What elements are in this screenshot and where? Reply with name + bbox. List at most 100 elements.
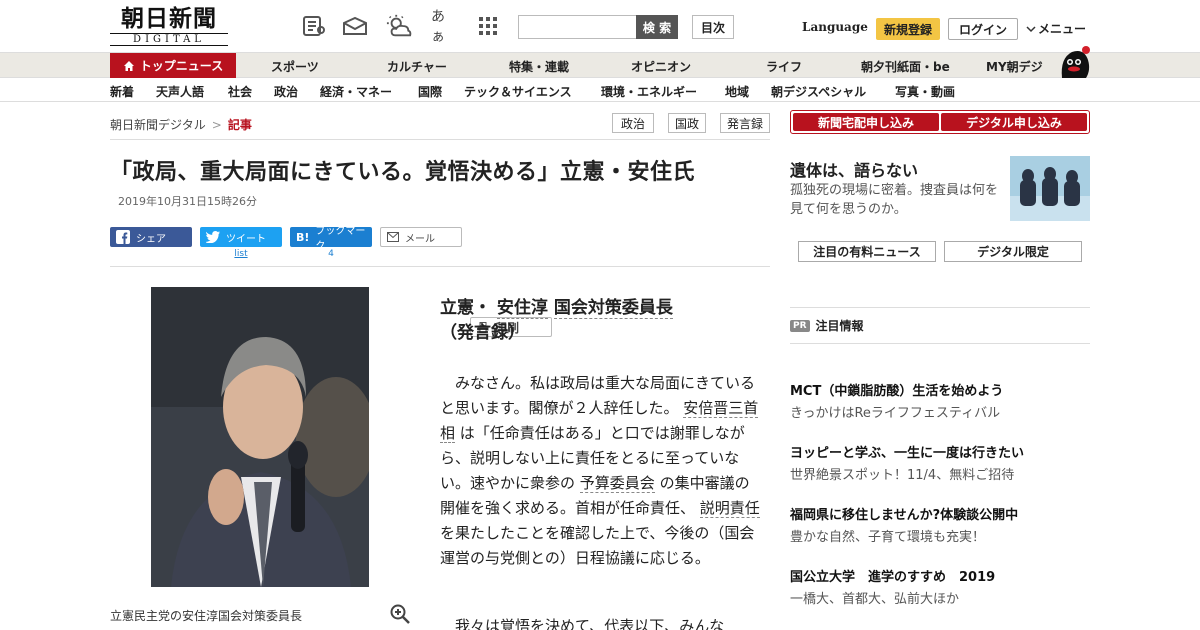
chevron-down-icon xyxy=(1026,25,1036,32)
breadcrumb-separator: > xyxy=(211,118,222,132)
subnav-item[interactable]: 社会 xyxy=(228,83,252,100)
subnav-item[interactable]: 天声人語 xyxy=(156,83,204,100)
link-accountability[interactable]: 説明責任 xyxy=(699,499,760,518)
weather-icon[interactable] xyxy=(386,14,412,38)
subnav-item[interactable]: 環境・エネルギー xyxy=(601,83,697,100)
speaker-name-link[interactable]: 安住淳 xyxy=(496,298,548,319)
article-title: 「政局、重大局面にきている。覚悟決める」立憲・安住氏 xyxy=(110,160,696,185)
mail-open-icon[interactable] xyxy=(342,14,368,38)
tab-features[interactable]: 特集・連載 xyxy=(509,58,569,75)
pr-item-desc: 一橋大、首都大、弘前大ほか xyxy=(790,592,960,607)
breadcrumb-home[interactable]: 朝日新聞デジタル xyxy=(110,118,206,132)
secondary-nav: 新着 天声人語 社会 政治 経済・マネー 国際 テック＆サイエンス 環境・エネル… xyxy=(0,79,1200,102)
link-budget-committee[interactable]: 予算委員会 xyxy=(579,474,655,493)
divider xyxy=(110,266,770,267)
search-input[interactable] xyxy=(518,15,637,39)
article-paragraph: 我々は覚悟を決めて、代表以下、みんな xyxy=(455,617,725,630)
newspaper-icon[interactable] xyxy=(301,14,327,38)
subnav-item[interactable]: 新着 xyxy=(110,83,134,100)
divider xyxy=(790,307,1090,308)
bookmark-label: ブックマーク xyxy=(315,226,366,252)
tab-life[interactable]: ライフ xyxy=(766,58,802,75)
subnav-item[interactable]: 政治 xyxy=(274,83,298,100)
divider xyxy=(110,139,770,140)
language-link[interactable]: Language xyxy=(802,20,868,34)
hatena-bookmark-button[interactable]: B! ブックマーク xyxy=(290,226,372,252)
tab-my-asadigi[interactable]: MY朝デジ xyxy=(986,58,1043,75)
photo-caption: 立憲民主党の安住淳国会対策委員長 xyxy=(110,609,303,623)
digital-subscribe-button[interactable]: デジタル申し込み xyxy=(941,113,1087,131)
facebook-share-label: シェア xyxy=(136,233,166,245)
pr-heading-label: 注目情報 xyxy=(815,319,864,333)
tab-culture[interactable]: カルチャー xyxy=(387,58,447,75)
logo-en: DIGITAL xyxy=(110,33,228,46)
search-button[interactable]: 検 索 xyxy=(636,15,678,39)
signup-button[interactable]: 新規登録 xyxy=(876,18,940,40)
facebook-share-button[interactable]: シェア xyxy=(110,227,192,247)
font-size-icon[interactable]: あぁ xyxy=(431,9,457,45)
menu-label: メニュー xyxy=(1038,22,1087,36)
tab-top-news[interactable]: トップニュース xyxy=(110,53,236,78)
hatena-icon: B! xyxy=(296,230,310,244)
pr-heading: PR 注目情報 xyxy=(790,317,864,334)
pr-badge: PR xyxy=(790,319,810,332)
font-size-label: あぁ xyxy=(431,9,445,45)
mail-label: メール xyxy=(405,233,435,245)
article-photo[interactable] xyxy=(151,287,369,587)
subnav-item[interactable]: 地域 xyxy=(725,83,749,100)
feature-image[interactable] xyxy=(1010,156,1090,221)
breadcrumb: 朝日新聞デジタル > 記事 xyxy=(110,116,252,133)
pr-item-title[interactable]: 福岡県に移住しませんか?体験談公開中 xyxy=(790,504,1018,523)
subnav-item[interactable]: 朝デジスペシャル xyxy=(771,83,866,100)
feature-title[interactable]: 遺体は、語らない xyxy=(790,157,918,181)
tab-papers[interactable]: 朝夕刊紙面・be xyxy=(861,58,950,75)
tab-sports[interactable]: スポーツ xyxy=(271,58,319,75)
tweet-label: ツイート xyxy=(226,233,266,245)
toc-button[interactable]: 目次 xyxy=(692,15,734,39)
mascot-icon[interactable] xyxy=(1056,44,1092,78)
speaker-suffix: （発言録） xyxy=(440,323,525,343)
grid-icon[interactable] xyxy=(475,14,501,38)
subnav-item[interactable]: 経済・マネー xyxy=(320,83,392,100)
bookmark-count[interactable]: 4 xyxy=(290,249,372,259)
primary-nav: トップニュース スポーツ カルチャー 特集・連載 オピニオン ライフ 朝夕刊紙面… xyxy=(0,52,1200,78)
tag-politics[interactable]: 政治 xyxy=(612,113,654,133)
tag-remarks[interactable]: 発言録 xyxy=(720,113,770,133)
mail-share-button[interactable]: メール xyxy=(380,227,462,247)
pr-item-title[interactable]: 国公立大学 進学のすすめ 2019 xyxy=(790,566,995,585)
mail-icon xyxy=(387,232,399,242)
pr-item-desc: 世界絶景スポット！11/4、無料ご招待 xyxy=(790,468,1015,483)
pr-item-title[interactable]: ヨッピーと学ぶ、一生に一度は行きたい xyxy=(790,442,1024,461)
subscribe-buttons: 新聞宅配申し込み デジタル申し込み xyxy=(790,110,1090,134)
tab-opinion[interactable]: オピニオン xyxy=(631,58,691,75)
site-header: 朝日新聞 DIGITAL あぁ 検 索 目次 Language 新規登録 ログイ… xyxy=(0,0,1200,52)
twitter-icon xyxy=(206,231,220,243)
tag-national[interactable]: 国政 xyxy=(668,113,706,133)
subnav-item[interactable]: 国際 xyxy=(418,83,442,100)
subnav-item[interactable]: テック＆サイエンス xyxy=(464,83,572,100)
tab-top-news-label: トップニュース xyxy=(139,59,224,73)
tweet-button[interactable]: ツイート xyxy=(200,227,282,247)
tweet-count[interactable]: list xyxy=(200,249,282,259)
site-logo[interactable]: 朝日新聞 DIGITAL xyxy=(110,6,228,48)
zoom-icon[interactable] xyxy=(390,604,410,624)
digital-only-button[interactable]: デジタル限定 xyxy=(944,241,1082,262)
paid-news-button[interactable]: 注目の有料ニュース xyxy=(798,241,936,262)
subnav-item[interactable]: 写真・動画 xyxy=(895,83,955,100)
pr-item-desc: 豊かな自然、子育て環境も充実！ xyxy=(790,530,986,545)
pr-item-desc: きっかけはReライフフェスティバル xyxy=(790,406,1001,421)
speaker-party: 立憲・ xyxy=(440,298,491,318)
login-button[interactable]: ログイン xyxy=(948,18,1018,40)
menu-button[interactable]: メニュー xyxy=(1026,20,1086,37)
paragraph-text: を果たしたことを確認した上で、今後の（国会運営の与党側との）日程協議に応じる。 xyxy=(440,524,755,567)
article-date: 2019年10月31日15時26分 xyxy=(118,195,257,208)
article-paragraph: みなさん。私は政局は重大な局面にきていると思います。閣僚が２人辞任した。 安倍晋… xyxy=(440,371,760,571)
newspaper-delivery-button[interactable]: 新聞宅配申し込み xyxy=(793,113,939,131)
speaker-role-link[interactable]: 国会対策委員長 xyxy=(553,298,673,319)
breadcrumb-current: 記事 xyxy=(227,118,252,132)
pr-item-title[interactable]: MCT（中鎖脂肪酸）生活を始めよう xyxy=(790,380,1003,399)
facebook-icon xyxy=(116,230,130,244)
feature-description: 孤独死の現場に密着。捜査員は何を見て何を思うのか。 xyxy=(790,183,999,217)
logo-jp: 朝日新聞 xyxy=(121,5,217,32)
divider xyxy=(790,343,1090,344)
